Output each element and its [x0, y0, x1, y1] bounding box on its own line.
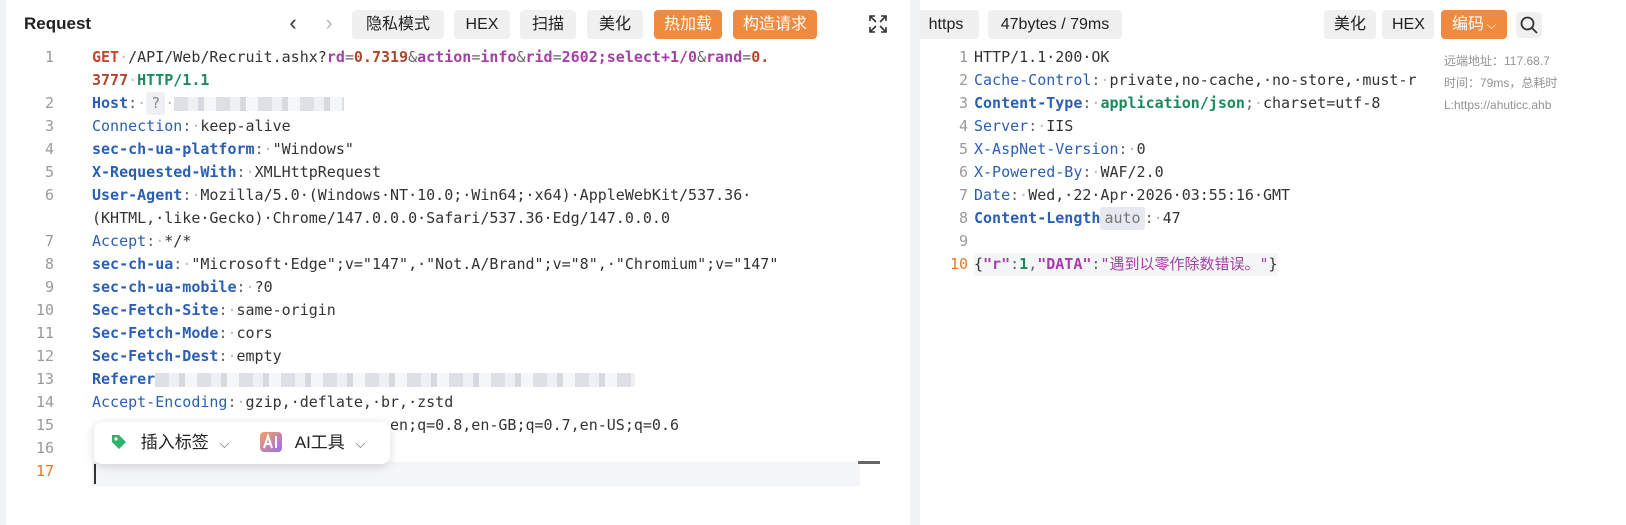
- ai-tool-label: AI工具: [294, 433, 345, 452]
- timing-info: 时间：79ms，总耗时: [1444, 76, 1558, 90]
- line-number: 6: [958, 163, 968, 181]
- line-number: 3: [44, 117, 54, 135]
- header-server: Server:·IIS: [974, 117, 1074, 135]
- request-line-wrap: 3777·HTTP/1.1: [92, 71, 210, 89]
- response-body: {"r":1,"DATA":"遇到以零作除数错误。"}: [974, 253, 1278, 276]
- header-user-agent: User-Agent:·Mozilla/5.0·(Windows·NT·10.0…: [92, 186, 752, 204]
- remote-address: 远端地址：117.68.7: [1444, 54, 1550, 68]
- protocol-badge: https: [920, 10, 979, 39]
- line-number: 12: [35, 347, 54, 365]
- line-number: 9: [44, 278, 54, 296]
- request-toolbar: Request ‹ › 隐私模式 HEX 扫描 美化 热加载 构造请求: [6, 0, 910, 48]
- response-toolbar: https 47bytes / 79ms 美化 HEX 编码 ⌵: [920, 0, 1626, 48]
- header-platform: sec-ch-ua-platform:·"Windows": [92, 140, 354, 158]
- search-icon[interactable]: [1516, 12, 1542, 38]
- ai-tool-menu[interactable]: AI工具 ⌵: [260, 422, 365, 464]
- insert-tag-menu[interactable]: 插入标签 ⌵: [110, 422, 229, 464]
- line-number: 5: [44, 163, 54, 181]
- line-number: 14: [35, 393, 54, 411]
- insert-tag-label: 插入标签: [140, 433, 209, 452]
- line-number: 11: [35, 324, 54, 342]
- hex-button[interactable]: HEX: [1382, 10, 1434, 39]
- line-number: 2: [958, 71, 968, 89]
- header-sec-ch-ua-mobile: sec-ch-ua-mobile:·?0: [92, 278, 273, 296]
- size-time-badge: 47bytes / 79ms: [988, 10, 1122, 39]
- remote-info-tooltip: 远端地址：117.68.7 时间：79ms，总耗时 L:https://ahut…: [1444, 50, 1626, 116]
- header-content-type: Content-Type:·application/json;·charset=…: [974, 94, 1381, 112]
- text-cursor: [94, 464, 96, 484]
- line-number: 4: [958, 117, 968, 135]
- header-aspnet-version: X-AspNet-Version:·0: [974, 140, 1146, 158]
- header-accept-language-tail: ,en;q=0.8,en-GB;q=0.7,en-US;q=0.6: [381, 416, 680, 434]
- line-number-active: 10: [949, 255, 968, 273]
- header-user-agent-wrap: (KHTML,·like·Gecko)·Chrome/147.0.0.0·Saf…: [92, 209, 670, 227]
- header-date: Date:·Wed,·22·Apr·2026·03:55:16·GMT: [974, 186, 1291, 204]
- header-fetch-mode: Sec-Fetch-Mode:·cors: [92, 324, 273, 342]
- request-line: GET·/API/Web/Recruit.ashx?rd=0.7319&acti…: [92, 48, 770, 66]
- header-accept: Accept:·*/*: [92, 232, 192, 250]
- request-title: Request: [24, 14, 92, 33]
- line-number: 10: [35, 301, 54, 319]
- remote-url: L:https://ahuticc.ahb: [1444, 98, 1552, 112]
- ai-icon: [260, 432, 282, 452]
- hot-reload-button[interactable]: 热加载: [654, 10, 722, 39]
- header-cache-control: Cache-Control:·private,no-cache,·no-stor…: [974, 71, 1417, 89]
- encoding-label: 编码: [1451, 16, 1484, 33]
- redacted-referer: [155, 372, 636, 387]
- line-number: 3: [958, 94, 968, 112]
- auto-badge: auto: [1100, 207, 1145, 230]
- header-accept-encoding: Accept-Encoding:·gzip,·deflate,·br,·zstd: [92, 393, 454, 411]
- header-referer: Referer: [92, 368, 636, 391]
- line-number: 13: [35, 370, 54, 388]
- privacy-mode-button[interactable]: 隐私模式: [352, 10, 444, 39]
- header-requested-with: X-Requested-With:·XMLHttpRequest: [92, 163, 381, 181]
- hex-button[interactable]: HEX: [454, 10, 510, 39]
- response-panel: https 47bytes / 79ms 美化 HEX 编码 ⌵ 1 2 3 4 …: [920, 0, 1626, 525]
- line-number: 15: [35, 416, 54, 434]
- line-number: 2: [44, 94, 54, 112]
- scrollbar-marker[interactable]: [858, 461, 880, 464]
- request-panel: Request ‹ › 隐私模式 HEX 扫描 美化 热加载 构造请求 1 2 …: [6, 0, 910, 525]
- header-connection: Connection:·keep-alive: [92, 117, 291, 135]
- line-number: 16: [35, 439, 54, 457]
- beautify-button[interactable]: 美化: [587, 10, 643, 39]
- line-number: 5: [958, 140, 968, 158]
- line-number-active: 17: [35, 462, 54, 480]
- line-number: 7: [958, 186, 968, 204]
- status-line: HTTP/1.1·200·OK: [974, 48, 1110, 66]
- chevron-down-icon: ⌵: [1486, 18, 1497, 32]
- encoding-button[interactable]: 编码 ⌵: [1441, 10, 1507, 39]
- insert-popup: 插入标签 ⌵ AI工具 ⌵: [94, 422, 390, 464]
- line-number: 1: [44, 48, 54, 66]
- current-line-highlight: [92, 462, 860, 486]
- line-number: 8: [958, 209, 968, 227]
- line-number: 1: [958, 48, 968, 66]
- forward-arrow-icon[interactable]: ›: [318, 10, 340, 38]
- header-host: Host:·? ·: [92, 92, 345, 115]
- header-powered-by: X-Powered-By:·WAF/2.0: [974, 163, 1164, 181]
- redacted-host: [174, 96, 345, 111]
- line-number: 9: [958, 232, 968, 250]
- header-sec-ch-ua: sec-ch-ua:·"Microsoft·Edge";v="147",·"No…: [92, 255, 779, 273]
- back-arrow-icon[interactable]: ‹: [282, 10, 304, 38]
- header-fetch-dest: Sec-Fetch-Dest:·empty: [92, 347, 282, 365]
- tag-icon: [112, 435, 126, 449]
- line-number: 8: [44, 255, 54, 273]
- scan-button[interactable]: 扫描: [520, 10, 576, 39]
- header-fetch-site: Sec-Fetch-Site:·same-origin: [92, 301, 336, 319]
- header-content-length: Content-Length auto:·47: [974, 207, 1181, 230]
- line-number: 6: [44, 186, 54, 204]
- line-number: 7: [44, 232, 54, 250]
- expand-icon[interactable]: [866, 12, 890, 36]
- line-number: 4: [44, 140, 54, 158]
- response-editor[interactable]: 1 2 3 4 5 6 7 8 9 10 HTTP/1.1·200·OK Cac…: [920, 48, 1626, 525]
- beautify-button[interactable]: 美化: [1324, 10, 1376, 39]
- chevron-down-icon: ⌵: [355, 436, 366, 451]
- build-request-button[interactable]: 构造请求: [733, 10, 817, 39]
- chevron-down-icon: ⌵: [219, 436, 230, 451]
